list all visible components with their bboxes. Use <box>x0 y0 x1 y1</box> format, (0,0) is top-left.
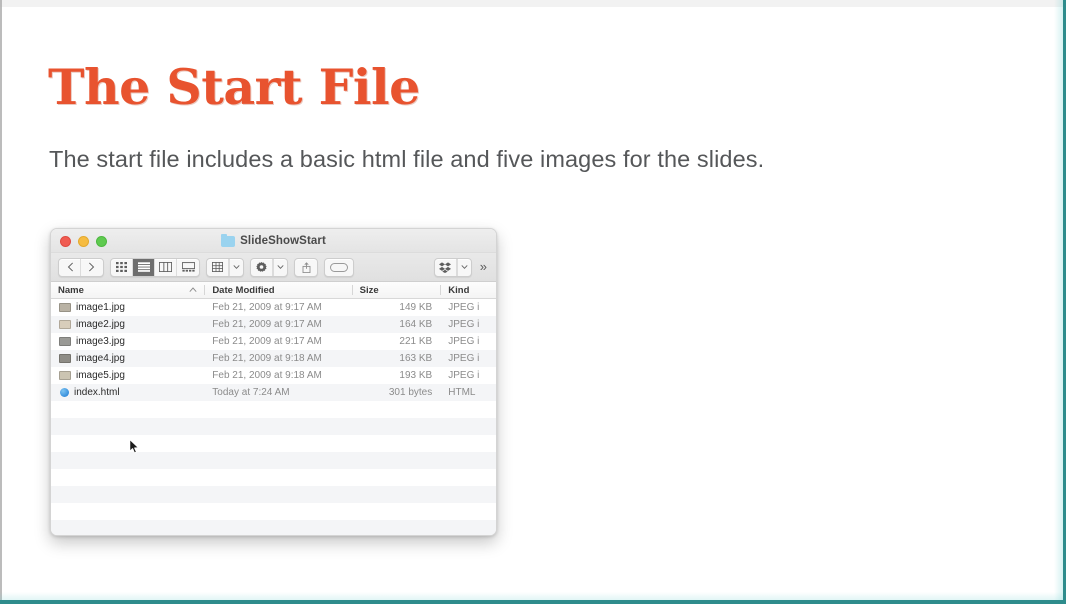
file-name-cell: image3.jpg <box>51 336 205 347</box>
back-button[interactable] <box>59 258 81 276</box>
column-header-name-label: Name <box>58 284 84 296</box>
finder-title-group: SlideShowStart <box>51 229 496 253</box>
file-list: image1.jpg Feb 21, 2009 at 9:17 AM 149 K… <box>51 299 496 535</box>
empty-list-row <box>51 486 496 503</box>
table-row[interactable]: index.html Today at 7:24 AM 301 bytes HT… <box>51 384 496 401</box>
file-name-label: image1.jpg <box>76 302 125 313</box>
table-row[interactable]: image5.jpg Feb 21, 2009 at 9:18 AM 193 K… <box>51 367 496 384</box>
empty-list-row <box>51 435 496 452</box>
html-document-icon <box>60 388 69 397</box>
empty-list-row <box>51 503 496 520</box>
finder-window: SlideShowStart » Name Date Modified Size… <box>50 228 497 536</box>
image-thumbnail-icon <box>59 320 71 329</box>
file-name-cell: image2.jpg <box>51 319 205 330</box>
finder-titlebar: SlideShowStart <box>51 229 496 253</box>
table-row[interactable]: image1.jpg Feb 21, 2009 at 9:17 AM 149 K… <box>51 299 496 316</box>
file-date-cell: Feb 21, 2009 at 9:17 AM <box>212 336 322 347</box>
image-thumbnail-icon <box>59 371 71 380</box>
column-header-date-modified[interactable]: Date Modified <box>205 282 354 298</box>
empty-list-row <box>51 452 496 469</box>
chevron-up-icon <box>189 287 197 292</box>
page-title: The Start File <box>48 58 420 116</box>
image-thumbnail-icon <box>59 337 71 346</box>
gear-icon[interactable] <box>251 258 273 276</box>
empty-list-row <box>51 469 496 486</box>
slide-left-edge <box>0 0 2 604</box>
file-size-cell: 149 KB <box>399 302 433 313</box>
file-kind-cell: HTML <box>448 387 476 398</box>
file-name-label: image2.jpg <box>76 319 125 330</box>
tag-button-group <box>324 257 354 277</box>
file-kind-cell: JPEG i <box>448 353 480 364</box>
icon-view-button[interactable] <box>111 258 133 276</box>
file-name-cell: image1.jpg <box>51 302 205 313</box>
share-button-group <box>294 257 318 277</box>
column-header-size-label: Size <box>359 284 379 296</box>
dropbox-icon[interactable] <box>435 258 457 276</box>
slide-top-edge <box>0 0 1066 7</box>
file-size-cell: 221 KB <box>399 336 433 347</box>
action-menu-button-group <box>250 257 288 277</box>
image-thumbnail-icon <box>59 303 71 312</box>
slide-bottom-edge <box>0 600 1066 604</box>
column-header-kind[interactable]: Kind <box>441 282 496 298</box>
navigation-button-group <box>58 257 104 277</box>
tag-icon[interactable] <box>325 259 353 276</box>
view-mode-button-group <box>110 257 200 277</box>
file-date-cell: Today at 7:24 AM <box>212 387 290 398</box>
column-header-size[interactable]: Size <box>353 282 442 298</box>
column-header-date-label: Date Modified <box>212 284 275 296</box>
file-kind-cell: JPEG i <box>448 370 480 381</box>
table-row[interactable]: image2.jpg Feb 21, 2009 at 9:17 AM 164 K… <box>51 316 496 333</box>
file-date-cell: Feb 21, 2009 at 9:18 AM <box>212 370 322 381</box>
file-name-label: image3.jpg <box>76 336 125 347</box>
dropbox-chevron-down-icon[interactable] <box>456 258 471 276</box>
file-name-cell: image5.jpg <box>51 370 205 381</box>
slide-bottom-glow <box>0 592 1066 600</box>
file-name-label: image5.jpg <box>76 370 125 381</box>
group-by-chevron-down-icon[interactable] <box>229 258 243 276</box>
file-kind-cell: JPEG i <box>448 319 480 330</box>
column-view-button[interactable] <box>155 258 177 276</box>
file-name-label: image4.jpg <box>76 353 125 364</box>
forward-button[interactable] <box>81 259 103 276</box>
empty-list-row <box>51 401 496 418</box>
column-header-kind-label: Kind <box>448 284 470 296</box>
table-row[interactable]: image3.jpg Feb 21, 2009 at 9:17 AM 221 K… <box>51 333 496 350</box>
slide-right-glow <box>1054 0 1063 604</box>
image-thumbnail-icon <box>59 354 71 363</box>
finder-toolbar: » <box>51 253 496 282</box>
file-list-column-headers: Name Date Modified Size Kind <box>51 282 496 299</box>
file-size-cell: 193 KB <box>399 370 433 381</box>
share-icon[interactable] <box>295 259 317 276</box>
gallery-view-button[interactable] <box>177 259 199 276</box>
list-view-button[interactable] <box>133 258 155 276</box>
file-size-cell: 163 KB <box>399 353 433 364</box>
action-menu-chevron-down-icon[interactable] <box>273 258 287 276</box>
folder-icon <box>221 233 236 247</box>
column-header-name[interactable]: Name <box>51 282 206 298</box>
file-date-cell: Feb 21, 2009 at 9:18 AM <box>212 353 322 364</box>
file-date-cell: Feb 21, 2009 at 9:17 AM <box>212 319 322 330</box>
file-name-cell: index.html <box>51 387 205 398</box>
slide-canvas: The Start File The start file includes a… <box>0 0 1066 604</box>
empty-list-row <box>51 520 496 535</box>
group-by-button[interactable] <box>207 258 229 276</box>
file-size-cell: 164 KB <box>399 319 433 330</box>
empty-list-row <box>51 418 496 435</box>
group-by-button-group <box>206 257 244 277</box>
file-date-cell: Feb 21, 2009 at 9:17 AM <box>212 302 322 313</box>
page-subtitle: The start file includes a basic html fil… <box>49 146 765 172</box>
file-size-cell: 301 bytes <box>388 387 433 398</box>
file-kind-cell: JPEG i <box>448 336 480 347</box>
finder-window-title: SlideShowStart <box>240 235 326 247</box>
file-kind-cell: JPEG i <box>448 302 480 313</box>
dropbox-button-group <box>433 257 472 277</box>
table-row[interactable]: image4.jpg Feb 21, 2009 at 9:18 AM 163 K… <box>51 350 496 367</box>
toolbar-overflow-button[interactable]: » <box>478 260 489 275</box>
file-name-cell: image4.jpg <box>51 353 205 364</box>
file-name-label: index.html <box>74 387 120 398</box>
